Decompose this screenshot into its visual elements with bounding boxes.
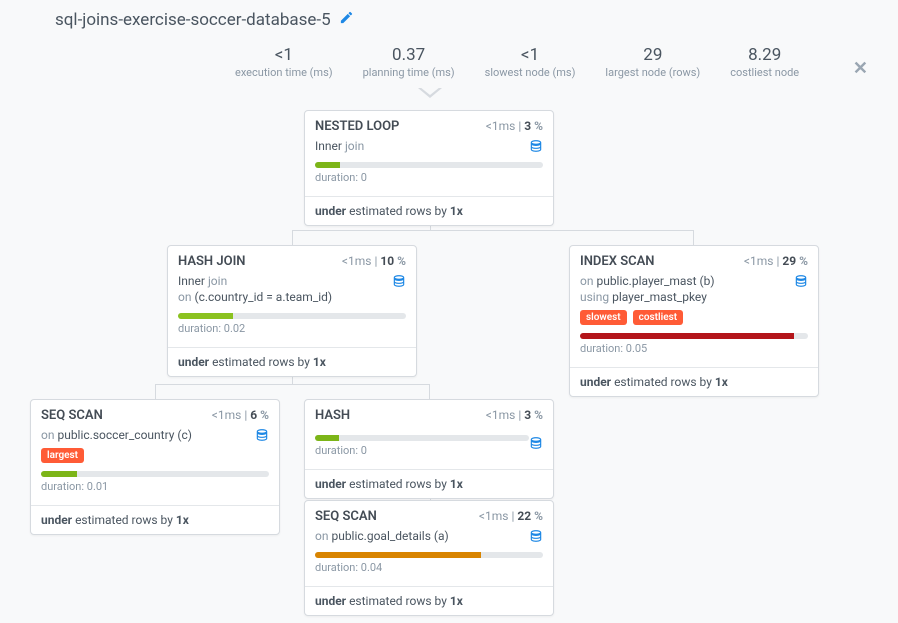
- node-detail: on public.goal_details (a): [315, 528, 543, 544]
- node-estimate: under estimated rows by 1x: [570, 367, 818, 396]
- node-title: HASH JOIN: [178, 254, 342, 269]
- connector: [155, 384, 430, 399]
- db-icon[interactable]: [529, 435, 543, 454]
- plan-node-index-scan[interactable]: INDEX SCAN <1ms | 29 % on public.player_…: [569, 245, 819, 397]
- db-icon[interactable]: [529, 528, 543, 547]
- stat-value: 29: [605, 45, 700, 65]
- node-bar: [315, 552, 543, 558]
- node-pct: 22 %: [517, 509, 543, 523]
- plan-node-seq-goal[interactable]: SEQ SCAN <1ms | 22 % on public.goal_deta…: [304, 500, 554, 616]
- edit-title-icon[interactable]: [339, 10, 354, 30]
- node-time: <1ms: [342, 254, 372, 268]
- node-title: HASH: [315, 408, 486, 423]
- node-estimate: under estimated rows by 1x: [31, 505, 279, 534]
- stat-value: 0.37: [363, 45, 455, 65]
- node-detail: Inner join: [178, 273, 406, 289]
- stats-row: <1 execution time (ms) 0.37 planning tim…: [220, 45, 814, 79]
- node-title: SEQ SCAN: [315, 509, 479, 524]
- tag-slowest: slowest: [580, 310, 627, 325]
- db-icon[interactable]: [794, 273, 808, 292]
- node-bar: [41, 471, 269, 477]
- stat-label: costliest node: [730, 66, 799, 79]
- plan-node-hash-join[interactable]: HASH JOIN <1ms | 10 % Inner join on (c.c…: [167, 245, 417, 377]
- node-duration: duration: 0.05: [580, 342, 808, 355]
- node-duration: duration: 0: [315, 444, 543, 457]
- stat-exec: <1 execution time (ms): [220, 45, 348, 79]
- node-time: <1ms: [744, 254, 774, 268]
- node-pct: 29 %: [782, 254, 808, 268]
- node-using: using player_mast_pkey: [580, 289, 808, 305]
- stat-label: execution time (ms): [235, 66, 333, 79]
- node-title: INDEX SCAN: [580, 254, 744, 269]
- stat-slowest: <1 slowest node (ms): [470, 45, 591, 79]
- node-detail: on public.player_mast (b): [580, 273, 808, 289]
- node-tags: largest: [41, 447, 269, 463]
- node-bar: [315, 435, 529, 441]
- page-title: sql-joins-exercise-soccer-database-5: [55, 10, 331, 30]
- node-estimate: under estimated rows by 1x: [305, 196, 553, 225]
- node-duration: duration: 0.01: [41, 480, 269, 493]
- node-estimate: under estimated rows by 1x: [305, 586, 553, 615]
- stat-label: slowest node (ms): [485, 66, 576, 79]
- node-time: <1ms: [486, 119, 516, 133]
- stat-value: <1: [485, 45, 576, 65]
- node-detail: on public.soccer_country (c): [41, 427, 269, 443]
- db-icon[interactable]: [392, 273, 406, 292]
- stat-largest: 29 largest node (rows): [590, 45, 715, 79]
- stat-value: <1: [235, 45, 333, 65]
- node-pct: 3 %: [524, 119, 543, 133]
- node-bar: [580, 333, 808, 339]
- stat-value: 8.29: [730, 45, 799, 65]
- connector: [292, 230, 694, 245]
- node-tags: slowest costliest: [580, 309, 808, 325]
- tag-costliest: costliest: [633, 310, 683, 325]
- node-duration: duration: 0.02: [178, 322, 406, 335]
- tag-largest: largest: [41, 448, 84, 463]
- node-pct: 3 %: [524, 408, 543, 422]
- stat-label: largest node (rows): [605, 66, 700, 79]
- node-title: NESTED LOOP: [315, 119, 486, 134]
- node-bar: [178, 313, 406, 319]
- node-bar: [315, 162, 543, 168]
- node-time: <1ms: [212, 408, 242, 422]
- stat-costliest: 8.29 costliest node: [715, 45, 814, 79]
- stat-label: planning time (ms): [363, 66, 455, 79]
- node-detail: Inner join: [315, 138, 543, 154]
- node-pct: 6 %: [250, 408, 269, 422]
- close-icon[interactable]: ✕: [853, 58, 868, 79]
- page-title-row: sql-joins-exercise-soccer-database-5: [55, 10, 354, 30]
- node-time: <1ms: [486, 408, 516, 422]
- db-icon[interactable]: [529, 138, 543, 157]
- plan-node-seq-country[interactable]: SEQ SCAN <1ms | 6 % on public.soccer_cou…: [30, 399, 280, 535]
- db-icon[interactable]: [255, 427, 269, 446]
- node-duration: duration: 0: [315, 171, 543, 184]
- node-duration: duration: 0.04: [315, 561, 543, 574]
- node-pct: 10 %: [380, 254, 406, 268]
- plan-node-hash[interactable]: HASH <1ms | 3 % duration: 0 under estima…: [304, 399, 554, 499]
- node-time: <1ms: [479, 509, 509, 523]
- plan-node-nested-loop[interactable]: NESTED LOOP <1ms | 3 % Inner join durati…: [304, 110, 554, 226]
- pointer-chevron-icon: [418, 88, 442, 98]
- node-estimate: under estimated rows by 1x: [168, 347, 416, 376]
- node-estimate: under estimated rows by 1x: [305, 469, 553, 498]
- stat-plan: 0.37 planning time (ms): [348, 45, 470, 79]
- node-title: SEQ SCAN: [41, 408, 212, 423]
- node-condition: on (c.country_id = a.team_id): [178, 289, 406, 305]
